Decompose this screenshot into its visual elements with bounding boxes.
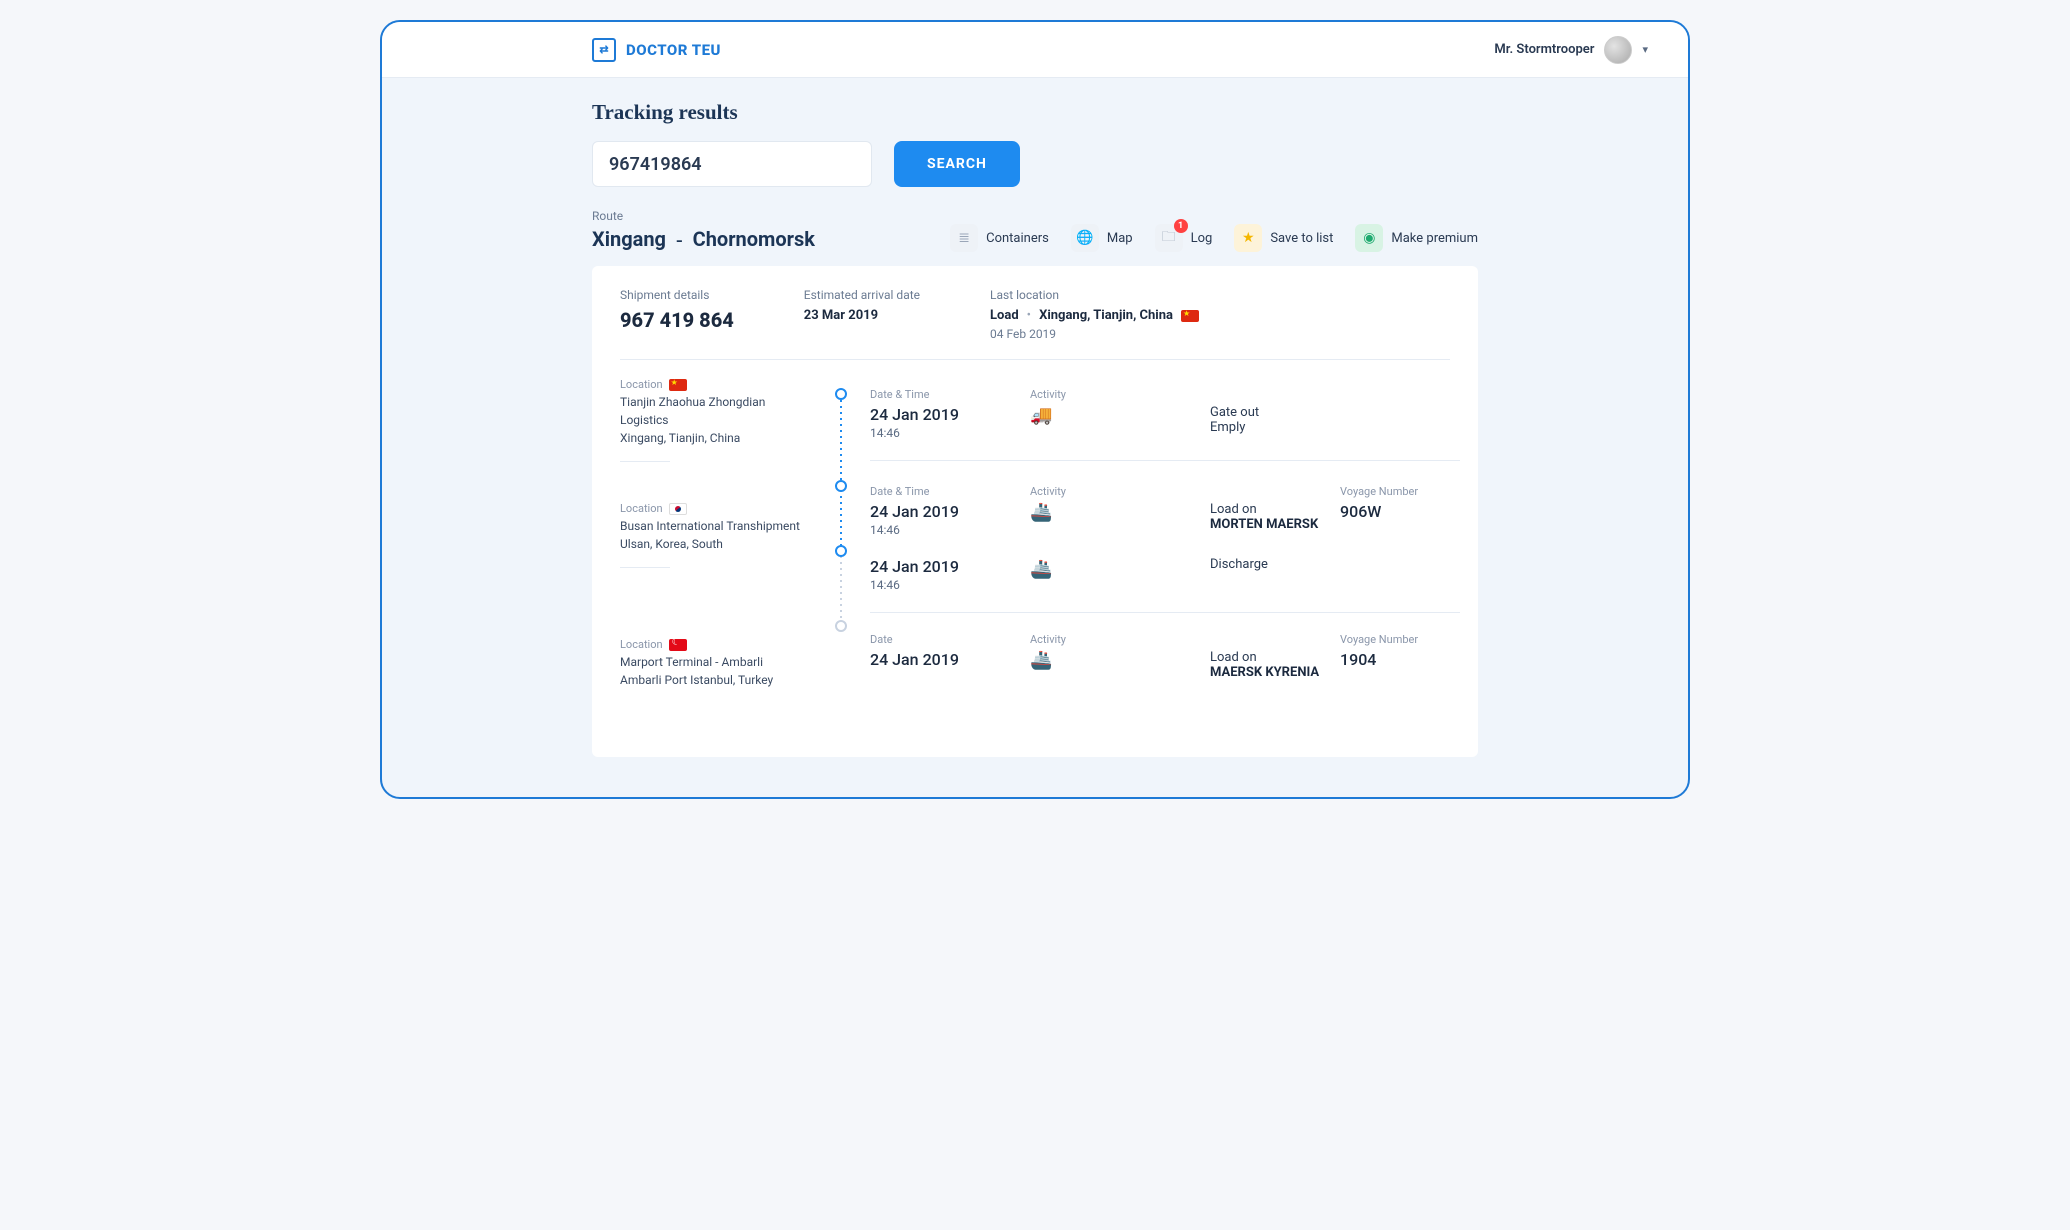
route-label: Route: [592, 209, 815, 223]
event-row-4: Date 24 Jan 2019 Activity 🚢 Load on MAER…: [870, 623, 1460, 690]
last-location-label: Last location: [990, 288, 1199, 302]
shipment-number: 967 419 864: [620, 308, 734, 332]
flag-korea-icon: [669, 503, 687, 515]
tracking-input[interactable]: [592, 141, 872, 187]
brand-name: DOCTOR TEU: [626, 41, 721, 59]
location-block-3: Location Marport Terminal - Ambarli Amba…: [620, 638, 810, 689]
chevron-down-icon: ▾: [1642, 43, 1648, 56]
timeline-spine: [820, 378, 870, 729]
route-path: Xingang - Chornomorsk: [592, 227, 815, 252]
action-save[interactable]: ★ Save to list: [1234, 224, 1333, 252]
action-log[interactable]: 🗀 1 Log: [1155, 224, 1213, 252]
action-bar: ≣ Containers 🌐 Map 🗀 1 Log ★ Save to lis…: [950, 224, 1478, 252]
flag-china-icon: [1181, 310, 1199, 322]
location-block-2: Location Busan International Transhipmen…: [620, 502, 810, 568]
shield-icon: ◉: [1355, 224, 1383, 252]
action-premium[interactable]: ◉ Make premium: [1355, 224, 1478, 252]
topbar: ⇄ DOCTOR TEU Mr. Stormtrooper ▾: [382, 22, 1688, 78]
brand-logo[interactable]: ⇄ DOCTOR TEU: [592, 38, 721, 62]
ship-icon: 🚢: [1030, 650, 1200, 671]
user-menu[interactable]: Mr. Stormtrooper ▾: [1494, 36, 1648, 64]
page-title: Tracking results: [592, 100, 1478, 125]
folder-icon: 🗀 1: [1155, 224, 1183, 252]
action-containers[interactable]: ≣ Containers: [950, 224, 1049, 252]
logo-mark-icon: ⇄: [592, 38, 616, 62]
star-icon: ★: [1234, 224, 1262, 252]
shipment-card: Shipment details 967 419 864 Estimated a…: [592, 266, 1478, 757]
list-icon: ≣: [950, 224, 978, 252]
truck-icon: 🚚: [1030, 405, 1200, 426]
flag-turkey-icon: [669, 639, 687, 651]
log-badge: 1: [1174, 219, 1188, 233]
ship-icon: 🚢: [1030, 502, 1200, 523]
user-name: Mr. Stormtrooper: [1494, 42, 1594, 57]
search-button[interactable]: SEARCH: [894, 141, 1020, 187]
shipment-details-label: Shipment details: [620, 288, 734, 302]
flag-china-icon: [669, 379, 687, 391]
event-row-3: 24 Jan 2019 14:46 🚢 Discharge: [870, 547, 1460, 613]
ship-icon: 🚢: [1030, 559, 1200, 580]
eta-value: 23 Mar 2019: [804, 308, 920, 323]
avatar: [1604, 36, 1632, 64]
location-block-1: Location Tianjin Zhaohua Zhongdian Logis…: [620, 378, 810, 462]
globe-icon: 🌐: [1071, 224, 1099, 252]
last-location-date: 04 Feb 2019: [990, 327, 1199, 341]
event-row-1: Date & Time 24 Jan 2019 14:46 Activity 🚚…: [870, 378, 1460, 461]
action-map[interactable]: 🌐 Map: [1071, 224, 1133, 252]
eta-label: Estimated arrival date: [804, 288, 920, 302]
event-row-2: Date & Time 24 Jan 2019 14:46 Activity 🚢…: [870, 475, 1460, 547]
